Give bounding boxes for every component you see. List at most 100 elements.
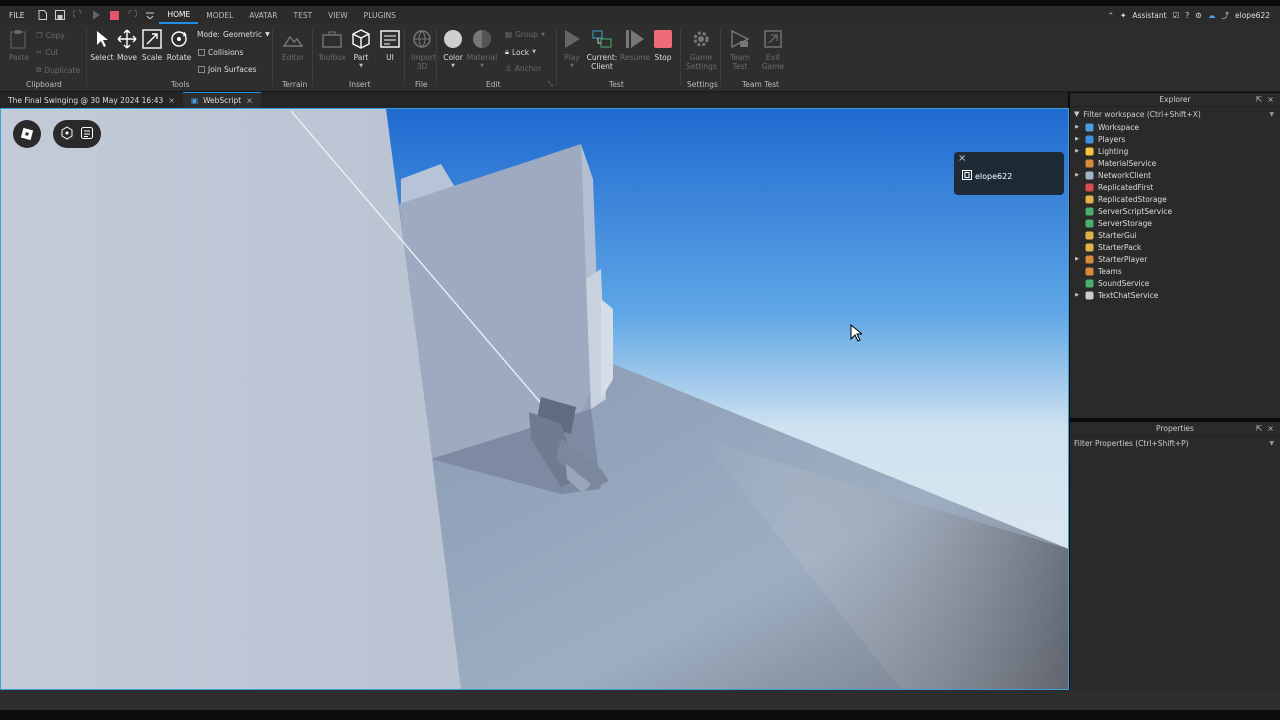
close-icon[interactable]: × — [1267, 95, 1274, 104]
exit-game-button[interactable]: Exit Game — [758, 28, 788, 71]
tab-plugins[interactable]: PLUGINS — [356, 6, 404, 24]
collisions-checkbox[interactable] — [198, 49, 205, 56]
game-viewport[interactable]: × elope622 — [0, 108, 1069, 690]
tab-place-document[interactable]: The Final Swinging @ 30 May 2024 16:43 × — [0, 92, 183, 108]
current-client-button[interactable]: Current: Client — [586, 28, 618, 71]
explorer-item-networkclient[interactable]: ▶ NetworkClient — [1070, 169, 1280, 181]
file-group-label: File — [415, 80, 428, 89]
explorer-item-replicatedstorage[interactable]: ReplicatedStorage — [1070, 193, 1280, 205]
close-icon[interactable]: × — [1267, 424, 1274, 433]
explorer-item-serverscriptservice[interactable]: ServerScriptService — [1070, 205, 1280, 217]
save-icon[interactable] — [54, 9, 66, 21]
gear-icon[interactable]: ⚙ — [1195, 11, 1202, 20]
anchor-button[interactable]: ⚓︎ Anchor — [505, 64, 541, 73]
redo-icon[interactable] — [72, 9, 84, 21]
stop-button[interactable]: Stop — [648, 28, 678, 63]
explorer-item-materialservice[interactable]: MaterialService — [1070, 157, 1280, 169]
tab-webscript[interactable]: ▣ WebScript × — [182, 92, 261, 108]
material-button[interactable]: Material ▼ — [467, 28, 497, 69]
cloud-icon[interactable]: ☁ — [1208, 11, 1216, 20]
help-icon[interactable]: ? — [1185, 11, 1189, 20]
expand-arrow-icon[interactable]: ▶ — [1070, 124, 1084, 130]
tab-model[interactable]: MODEL — [198, 6, 241, 24]
team-test-button[interactable]: Team Test — [725, 28, 755, 71]
expand-arrow-icon[interactable]: ▶ — [1070, 136, 1084, 142]
notifications-icon[interactable]: ☑ — [1173, 11, 1180, 20]
expand-arrow-icon[interactable]: ▶ — [1070, 172, 1084, 178]
play-button[interactable]: Play ▼ — [557, 28, 587, 69]
tab-test[interactable]: TEST — [286, 6, 321, 24]
chevron-down-icon[interactable]: ▼ — [1269, 440, 1274, 447]
color-button[interactable]: Color ▼ — [438, 28, 468, 69]
clipboard-icon — [8, 28, 30, 50]
assistant-button[interactable]: Assistant — [1132, 11, 1166, 20]
chevron-down-icon: ▼ — [570, 63, 574, 69]
assistant-icon[interactable]: ✦ — [1120, 11, 1126, 20]
close-icon[interactable]: × — [246, 96, 253, 105]
resume-button[interactable]: Resume — [620, 28, 650, 63]
share-icon[interactable]: ⤴ — [1222, 10, 1230, 21]
explorer-item-label: NetworkClient — [1098, 170, 1152, 180]
duplicate-button[interactable]: ⧉ Duplicate — [36, 65, 80, 75]
scale-tool-button[interactable]: Scale — [137, 28, 167, 63]
explorer-item-textchatservice[interactable]: ▶ TextChatService — [1070, 289, 1280, 301]
explorer-item-label: SoundService — [1098, 278, 1150, 288]
explorer-item-lighting[interactable]: ▶ Lighting — [1070, 145, 1280, 157]
properties-filter-input[interactable]: Filter Properties (Ctrl+Shift+P) — [1074, 439, 1189, 448]
explorer-header: Explorer ⇱ × — [1070, 93, 1280, 107]
close-icon[interactable]: × — [958, 153, 966, 164]
explorer-item-teams[interactable]: Teams — [1070, 265, 1280, 277]
file-menu[interactable]: FILE — [0, 11, 33, 20]
close-icon[interactable]: × — [168, 96, 175, 105]
terrain-editor-button[interactable]: Editor — [278, 28, 308, 63]
join-surfaces-checkbox[interactable] — [198, 66, 205, 73]
chat-icon[interactable] — [80, 126, 94, 142]
tab-view[interactable]: VIEW — [320, 6, 356, 24]
new-file-icon[interactable] — [36, 9, 48, 21]
part-button[interactable]: Part ▼ — [346, 28, 376, 69]
username[interactable]: elope622 — [1235, 11, 1270, 20]
explorer-item-players[interactable]: ▶ Players — [1070, 133, 1280, 145]
explorer-filter[interactable]: ▼ Filter workspace (Ctrl+Shift+X) ▼ — [1070, 107, 1280, 121]
join-surfaces-toggle[interactable]: Join Surfaces — [198, 65, 257, 74]
lock-button[interactable]: 🔒︎ Lock ▼ — [505, 47, 536, 57]
cut-button[interactable]: ✂ Cut — [36, 48, 58, 57]
roblox-menu-button[interactable] — [13, 120, 41, 148]
game-settings-button[interactable]: Game Settings — [686, 28, 717, 71]
stop-small-icon[interactable] — [108, 9, 120, 21]
edit-expand-icon[interactable]: ⤡ — [548, 81, 553, 89]
properties-filter[interactable]: Filter Properties (Ctrl+Shift+P) ▼ — [1070, 436, 1280, 450]
explorer-item-starterplayer[interactable]: ▶ StarterPlayer — [1070, 253, 1280, 265]
tab-avatar[interactable]: AVATAR — [241, 6, 285, 24]
collisions-toggle[interactable]: Collisions — [198, 48, 243, 57]
select-mode-icon[interactable] — [60, 126, 74, 142]
chevron-down-icon[interactable]: ▼ — [1269, 111, 1274, 118]
explorer-item-soundservice[interactable]: SoundService — [1070, 277, 1280, 289]
explorer-item-replicatedfirst[interactable]: ReplicatedFirst — [1070, 181, 1280, 193]
mode-dropdown[interactable]: Mode: Geometric ▼ — [197, 30, 270, 39]
ui-button[interactable]: UI — [375, 28, 405, 63]
undock-icon[interactable]: ⇱ — [1256, 95, 1263, 104]
expand-arrow-icon[interactable]: ▶ — [1070, 292, 1084, 298]
paste-button[interactable]: Paste — [4, 28, 34, 63]
undock-icon[interactable]: ⇱ — [1256, 424, 1263, 433]
rotate-tool-button[interactable]: Rotate — [164, 28, 194, 63]
explorer-filter-input[interactable]: Filter workspace (Ctrl+Shift+X) — [1083, 110, 1200, 119]
explorer-item-workspace[interactable]: ▶ Workspace — [1070, 121, 1280, 133]
import-3d-button[interactable]: Import 3D — [407, 28, 437, 71]
toolbox-button[interactable]: Toolbox — [317, 28, 347, 63]
play-small-icon[interactable] — [90, 9, 102, 21]
gear-icon — [690, 28, 712, 50]
explorer-item-starterpack[interactable]: StarterPack — [1070, 241, 1280, 253]
copy-button[interactable]: ❐ Copy — [36, 31, 65, 40]
explorer-item-startergui[interactable]: StarterGui — [1070, 229, 1280, 241]
tab-home[interactable]: HOME — [159, 6, 199, 24]
collapse-ribbon-icon[interactable]: ⌃ — [1108, 11, 1114, 20]
customize-toolbar-icon[interactable] — [144, 9, 156, 21]
undo-icon[interactable] — [126, 9, 138, 21]
explorer-item-serverstorage[interactable]: ServerStorage — [1070, 217, 1280, 229]
expand-arrow-icon[interactable]: ▶ — [1070, 148, 1084, 154]
group-button[interactable]: ▦ Group ▼ — [505, 30, 545, 39]
expand-arrow-icon[interactable]: ▶ — [1070, 256, 1084, 262]
explorer-item-label: MaterialService — [1098, 158, 1157, 168]
